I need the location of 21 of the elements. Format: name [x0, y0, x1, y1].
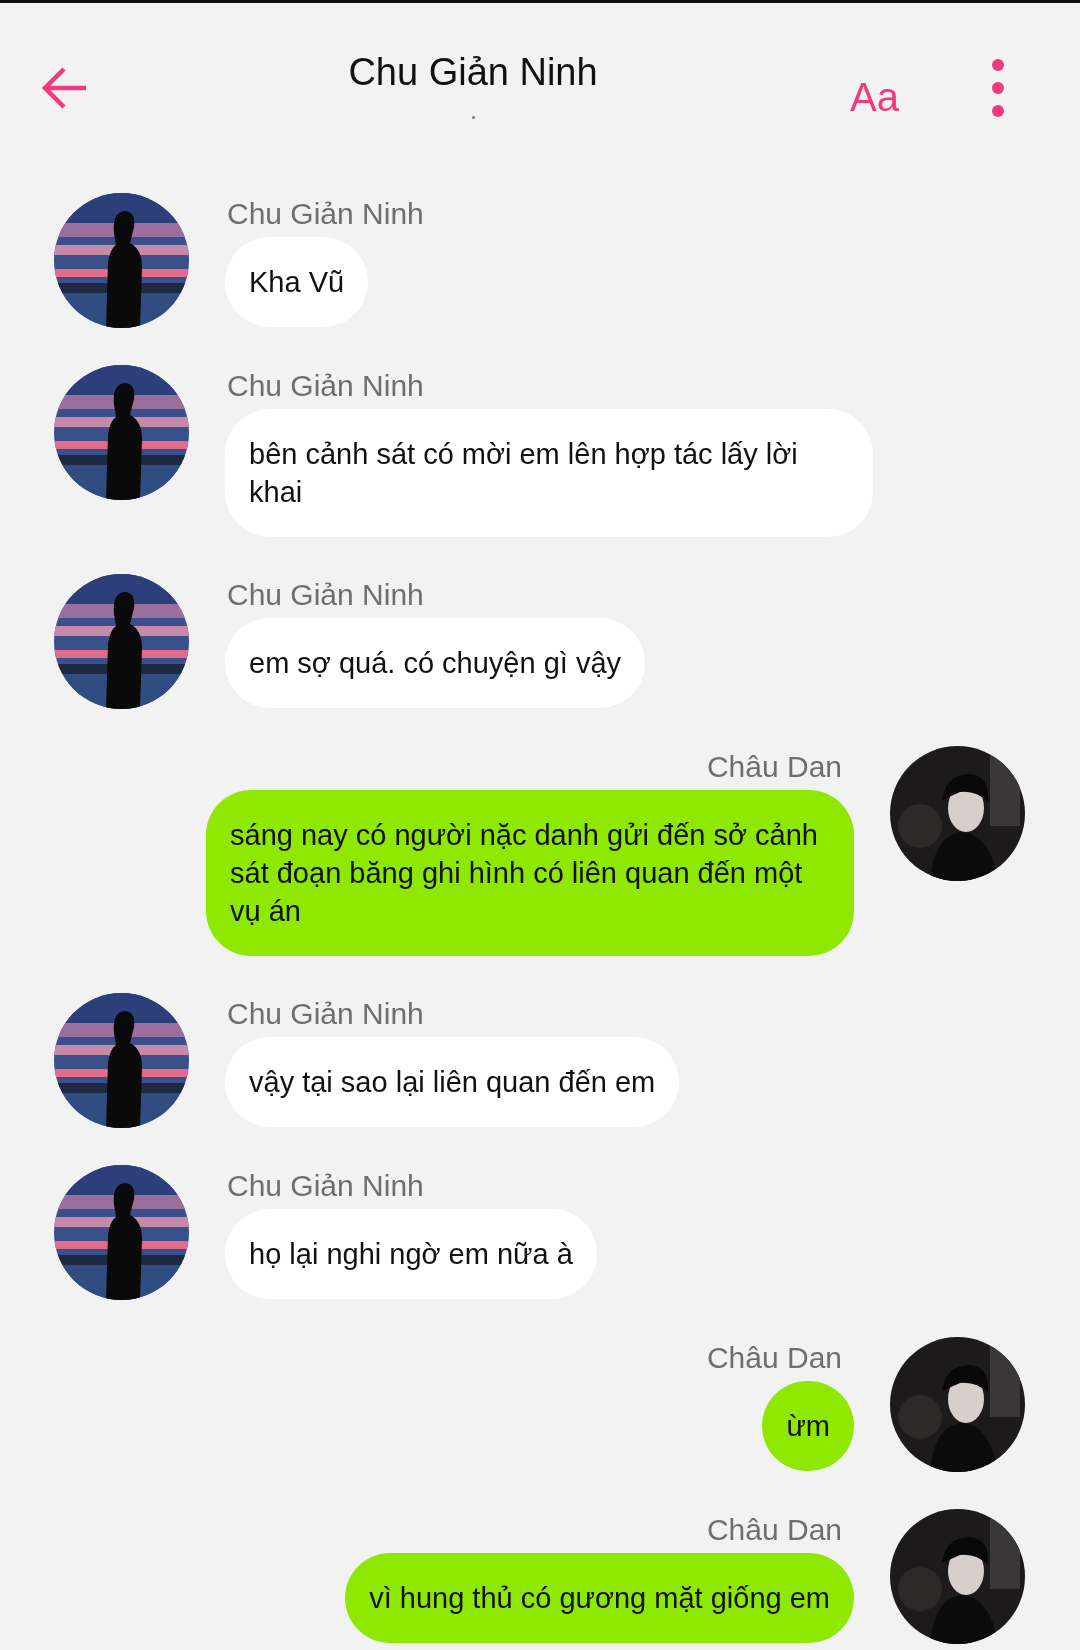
message-bubble: bên cảnh sát có mời em lên hợp tác lấy lời khai	[225, 409, 873, 537]
message-bubble: vậy tại sao lại liên quan đến em	[225, 1037, 680, 1127]
status-dot-icon	[471, 116, 475, 119]
message-bubble: em sợ quá. có chuyện gì vậy	[225, 618, 646, 708]
sender-name: Châu Dan	[706, 750, 842, 784]
more-icon	[990, 58, 1005, 118]
message-bubble: Kha Vũ	[225, 237, 369, 327]
chat-title: Chu Giản Ninh	[348, 51, 598, 94]
message-bubble: vì hung thủ có gương mặt giống em	[345, 1553, 854, 1643]
font-size-button[interactable]: Aa	[850, 74, 899, 120]
sender-name: Chu Giản Ninh	[227, 997, 424, 1031]
sender-name: Chu Giản Ninh	[227, 578, 424, 612]
sender-name: Châu Dan	[706, 1513, 842, 1547]
message-bubble: sáng nay có người nặc danh gửi đến sở cảnh sát đoạn băng ghi hình có liên quan đến một vụ án	[206, 790, 854, 956]
sender-name: Chu Giản Ninh	[227, 197, 424, 231]
message-bubble: họ lại nghi ngờ em nữa à	[225, 1209, 597, 1299]
sender-name: Chu Giản Ninh	[227, 369, 424, 403]
back-arrow-icon	[40, 66, 88, 110]
sender-name: Châu Dan	[706, 1341, 842, 1375]
message-bubble: ừm	[762, 1381, 854, 1471]
sender-name: Chu Giản Ninh	[227, 1169, 424, 1203]
